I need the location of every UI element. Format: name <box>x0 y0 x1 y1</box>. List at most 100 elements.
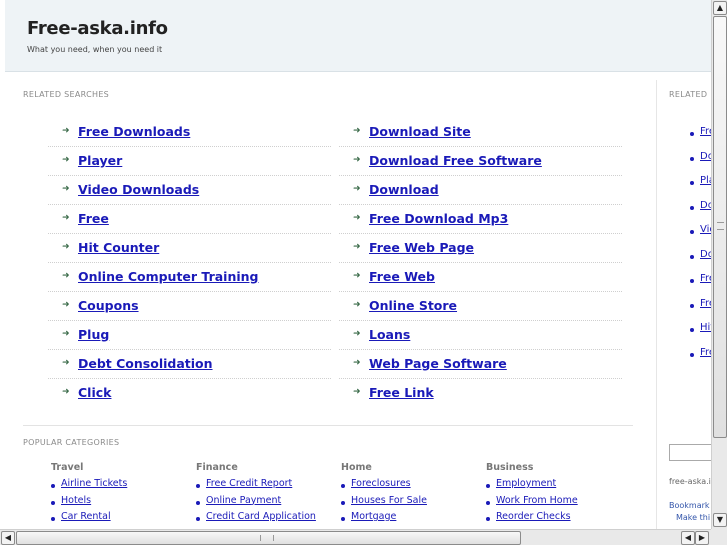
dot-bullet-icon <box>51 517 55 521</box>
arrow-right-icon: ➜ <box>62 329 70 339</box>
related-search-link[interactable]: Loans <box>369 327 410 342</box>
dot-bullet-icon <box>341 517 345 521</box>
category-link[interactable]: Credit Card Application <box>206 511 316 522</box>
related-search-link[interactable]: Online Computer Training <box>78 269 259 284</box>
bookmark-links: Bookmark Make thi <box>669 500 710 524</box>
related-search-row: ➜ Free Web Page <box>339 234 622 263</box>
related-search-link[interactable]: Download <box>369 182 439 197</box>
scroll-left-button[interactable]: ◀ <box>1 531 15 545</box>
category-link[interactable]: Car Rental <box>61 511 111 522</box>
category-link[interactable]: Mortgage <box>351 511 396 522</box>
arrow-right-icon: ➜ <box>62 242 70 252</box>
scroll-up-button[interactable]: ▲ <box>713 1 727 15</box>
related-search-link[interactable]: Download Free Software <box>369 153 542 168</box>
site-title[interactable]: Free-aska.info <box>27 18 168 39</box>
sidebar-link[interactable]: Do <box>700 200 711 211</box>
related-search-row: ➜ Click <box>48 379 331 408</box>
sidebar-link[interactable]: Pla <box>700 175 711 186</box>
dot-bullet-icon <box>196 484 200 488</box>
site-tagline: What you need, when you need it <box>27 45 163 54</box>
grip-icon <box>260 535 274 541</box>
related-search-row: ➜ Download Site <box>339 118 622 147</box>
sidebar-link[interactable]: Fre <box>700 273 711 284</box>
related-search-row: ➜ Free Web <box>339 263 622 292</box>
vertical-scrollbar[interactable]: ▲ ▼ <box>711 0 727 529</box>
category-title: Home <box>341 462 372 473</box>
related-search-link[interactable]: Online Store <box>369 298 457 313</box>
related-search-row: ➜ Web Page Software <box>339 350 622 379</box>
related-search-link[interactable]: Web Page Software <box>369 356 507 371</box>
sidebar-link[interactable]: Fre <box>700 298 711 309</box>
chevron-left-icon: ◀ <box>4 533 12 542</box>
related-search-link[interactable]: Video Downloads <box>78 182 199 197</box>
category-business: Business Employment Work From Home Reord… <box>458 462 598 528</box>
category-link[interactable]: Airline Tickets <box>61 478 127 489</box>
arrow-right-icon: ➜ <box>353 300 361 310</box>
sidebar-link[interactable]: Do <box>700 249 711 260</box>
list-item: Foreclosures <box>313 478 453 495</box>
sidebar-link[interactable]: Vic <box>700 224 711 235</box>
list-item: Car Rental <box>23 511 163 528</box>
sidebar-link[interactable]: Do <box>700 151 711 162</box>
horizontal-scroll-thumb[interactable] <box>16 531 521 545</box>
category-link[interactable]: Work From Home <box>496 495 578 506</box>
related-search-link[interactable]: Hit Counter <box>78 240 159 255</box>
related-search-row: ➜ Loans <box>339 321 622 350</box>
related-search-link[interactable]: Debt Consolidation <box>78 356 213 371</box>
arrow-right-icon: ➜ <box>353 358 361 368</box>
arrow-right-icon: ➜ <box>353 213 361 223</box>
related-search-row: ➜ Plug <box>48 321 331 350</box>
scroll-left-button-2[interactable]: ◀ <box>681 531 695 545</box>
arrow-right-icon: ➜ <box>62 300 70 310</box>
related-search-link[interactable]: Free Downloads <box>78 124 190 139</box>
related-search-link[interactable]: Coupons <box>78 298 139 313</box>
list-item: Mortgage <box>313 511 453 528</box>
related-search-link[interactable]: Plug <box>78 327 109 342</box>
category-title: Business <box>486 462 534 473</box>
category-link[interactable]: Free Credit Report <box>206 478 292 489</box>
related-search-link[interactable]: Player <box>78 153 122 168</box>
related-search-row: ➜ Video Downloads <box>48 176 331 205</box>
related-search-link[interactable]: Free Web <box>369 269 435 284</box>
section-divider <box>23 425 633 426</box>
scroll-right-button[interactable]: ▶ <box>695 531 709 545</box>
arrow-right-icon: ➜ <box>62 213 70 223</box>
sidebar-link[interactable]: Fre <box>700 347 711 358</box>
arrow-right-icon: ➜ <box>353 271 361 281</box>
related-search-link[interactable]: Free Web Page <box>369 240 474 255</box>
related-search-link[interactable]: Free <box>78 211 109 226</box>
related-search-link[interactable]: Free Link <box>369 385 434 400</box>
vertical-scroll-thumb[interactable] <box>713 16 727 438</box>
horizontal-scrollbar[interactable]: ◀ ◀ ▶ <box>0 529 711 545</box>
category-link[interactable]: Hotels <box>61 495 91 506</box>
category-link[interactable]: Reorder Checks <box>496 511 571 522</box>
main-content: RELATED SEARCHES ➜ Free Downloads ➜ Player… <box>5 80 650 529</box>
related-search-link[interactable]: Download Site <box>369 124 471 139</box>
dot-bullet-icon <box>51 500 55 505</box>
sidebar-link[interactable]: Hit <box>700 322 711 333</box>
list-item: Online Payment <box>168 495 308 512</box>
list-item: Employment <box>458 478 598 495</box>
category-link[interactable]: Foreclosures <box>351 478 411 489</box>
related-search-row: ➜ Download Free Software <box>339 147 622 176</box>
list-item: Credit Card Application <box>168 511 316 528</box>
category-link[interactable]: Employment <box>496 478 556 489</box>
category-travel: Travel Airline Tickets Hotels Car Rental <box>23 462 163 528</box>
bookmark-link[interactable]: Bookmark <box>669 500 710 512</box>
make-homepage-link[interactable]: Make thi <box>669 512 710 524</box>
scroll-down-button[interactable]: ▼ <box>713 513 727 527</box>
dot-bullet-icon <box>690 352 694 357</box>
dot-bullet-icon <box>690 254 694 259</box>
related-search-link[interactable]: Click <box>78 385 111 400</box>
arrow-right-icon: ➜ <box>353 184 361 194</box>
dot-bullet-icon <box>690 156 694 161</box>
related-search-row: ➜ Hit Counter <box>48 234 331 263</box>
category-link[interactable]: Houses For Sale <box>351 495 427 506</box>
related-search-link[interactable]: Free Download Mp3 <box>369 211 508 226</box>
arrow-right-icon: ➜ <box>353 329 361 339</box>
category-title: Finance <box>196 462 238 473</box>
dot-bullet-icon <box>51 484 55 488</box>
sidebar-search-input[interactable] <box>669 444 711 461</box>
sidebar-link[interactable]: Fre <box>700 126 711 137</box>
category-link[interactable]: Online Payment <box>206 495 281 506</box>
